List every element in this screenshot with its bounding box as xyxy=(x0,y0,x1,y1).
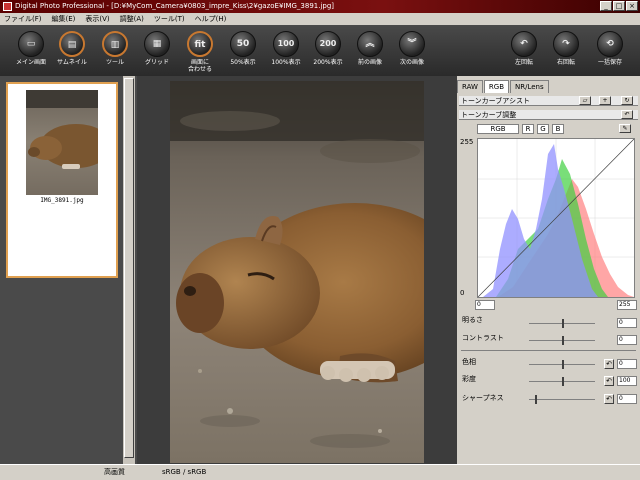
menu-adjust[interactable]: 調整(A) xyxy=(120,14,144,24)
channel-rgb-button[interactable]: RGB xyxy=(477,124,519,134)
next-image-button[interactable]: ︾ 次の画像 xyxy=(389,28,435,74)
saturation-label: 彩度 xyxy=(462,375,476,383)
tone-assist-reset-button[interactable]: ▱ xyxy=(579,96,591,105)
tone-curve-histogram[interactable] xyxy=(477,138,635,298)
rotate-left-icon: ↶ xyxy=(511,31,537,57)
hue-field[interactable]: 0 xyxy=(617,359,637,369)
toolbar: ▭ メイン画面 ▤ サムネイル ▥ ツール ▦ グリッド fit 画面に 合わせ… xyxy=(0,25,640,76)
status-colorspace: sRGB / sRGB xyxy=(162,468,207,476)
brightness-knob[interactable] xyxy=(562,319,564,328)
rotate-left-button[interactable]: ↶ 左回転 xyxy=(501,28,547,74)
hue-knob[interactable] xyxy=(562,360,564,369)
batch-save-button[interactable]: ⟲ 一括保存 xyxy=(587,28,633,74)
status-bar: 高画質 sRGB / sRGB xyxy=(0,464,640,480)
contrast-slider[interactable] xyxy=(529,336,595,345)
thumbnail-panel: IMG_3891.jpg xyxy=(0,76,137,464)
sharpness-reset-icon[interactable]: ↶ xyxy=(604,394,614,404)
zoom-50-button[interactable]: 50 50%表示 xyxy=(220,28,266,74)
menu-file[interactable]: ファイル(F) xyxy=(4,14,42,24)
tone-assist-auto-button[interactable]: ↻ xyxy=(621,96,633,105)
channel-buttons: RGB R G B xyxy=(477,124,564,134)
tool-palette-icon: ▥ xyxy=(102,31,128,57)
previous-image-button[interactable]: ︽ 前の画像 xyxy=(347,28,393,74)
contrast-field[interactable]: 0 xyxy=(617,335,637,345)
tab-rgb[interactable]: RGB xyxy=(483,80,510,93)
grid-icon: ▦ xyxy=(144,31,170,57)
tone-curve-adjust-header: トーンカーブ調整 ↶ xyxy=(459,110,638,120)
saturation-reset-icon[interactable]: ↶ xyxy=(604,376,614,386)
brightness-label: 明るさ xyxy=(462,316,483,324)
tool-palette: RAW RGB NR/Lens トーンカーブアシスト ▱ + ↻ トーンカーブ調… xyxy=(457,76,640,464)
thumbnail-button[interactable]: ▤ サムネイル xyxy=(49,28,95,74)
hue-reset-icon[interactable]: ↶ xyxy=(604,359,614,369)
grid-button[interactable]: ▦ グリッド xyxy=(134,28,180,74)
input-max-field[interactable]: 255 xyxy=(617,300,637,310)
saturation-slider[interactable] xyxy=(529,377,595,386)
sharpness-field[interactable]: 0 xyxy=(617,394,637,404)
tab-raw[interactable]: RAW xyxy=(457,80,483,93)
status-quality: 高画質 xyxy=(104,468,125,476)
rotate-right-button[interactable]: ↷ 右回転 xyxy=(543,28,589,74)
batch-save-icon: ⟲ xyxy=(597,31,623,57)
minimize-button[interactable]: _ xyxy=(600,1,612,11)
input-min-field[interactable]: 0 xyxy=(475,300,495,310)
chevron-down-icon: ︾ xyxy=(399,31,425,57)
main-photo[interactable] xyxy=(170,81,424,463)
hue-slider[interactable] xyxy=(529,360,595,369)
curve-axis-bottom: 0 xyxy=(460,289,465,297)
brightness-field[interactable]: 0 xyxy=(617,318,637,328)
eyedropper-button[interactable]: ✎ xyxy=(619,124,631,133)
thumbnail-item[interactable]: IMG_3891.jpg xyxy=(6,82,118,278)
brightness-slider[interactable] xyxy=(529,319,595,328)
thumbnail-image xyxy=(26,90,98,195)
zoom-50-icon: 50 xyxy=(230,31,256,57)
thumbnail-scrollbar[interactable] xyxy=(123,76,135,464)
saturation-knob[interactable] xyxy=(562,377,564,386)
zoom-200-icon: 200 xyxy=(315,31,341,57)
zoom-200-button[interactable]: 200 200%表示 xyxy=(305,28,351,74)
contrast-label: コントラスト xyxy=(462,334,504,342)
tab-nr-lens[interactable]: NR/Lens xyxy=(510,80,549,93)
image-view xyxy=(137,76,457,464)
rotate-right-icon: ↷ xyxy=(553,31,579,57)
main-window-button[interactable]: ▭ メイン画面 xyxy=(8,28,54,74)
fit-icon: fit xyxy=(187,31,213,57)
channel-r-button[interactable]: R xyxy=(522,124,534,134)
zoom-100-button[interactable]: 100 100%表示 xyxy=(263,28,309,74)
menu-edit[interactable]: 編集(E) xyxy=(52,14,76,24)
menu-view[interactable]: 表示(V) xyxy=(85,14,109,24)
window-title: Digital Photo Professional - [D:¥MyCom_C… xyxy=(15,2,335,10)
thumbnail-icon: ▤ xyxy=(59,31,85,57)
fit-to-screen-button[interactable]: fit 画面に 合わせる xyxy=(177,28,223,74)
menu-bar: ファイル(F) 編集(E) 表示(V) 調整(A) ツール(T) ヘルプ(H) xyxy=(0,13,640,25)
title-bar: Digital Photo Professional - [D:¥MyCom_C… xyxy=(0,0,640,13)
divider xyxy=(461,350,636,351)
channel-b-button[interactable]: B xyxy=(552,124,564,134)
chevron-up-icon: ︽ xyxy=(357,31,383,57)
tone-curve-reset-button[interactable]: ↶ xyxy=(621,110,633,119)
hue-label: 色相 xyxy=(462,358,476,366)
saturation-field[interactable]: 100 xyxy=(617,376,637,386)
tool-button[interactable]: ▥ ツール xyxy=(92,28,138,74)
zoom-100-icon: 100 xyxy=(273,31,299,57)
sharpness-knob[interactable] xyxy=(535,395,537,404)
curve-axis-top: 255 xyxy=(460,138,474,146)
scrollbar-thumb[interactable] xyxy=(124,78,134,458)
tone-curve-assist-header: トーンカーブアシスト ▱ + ↻ xyxy=(459,96,638,106)
folder-icon: ▭ xyxy=(18,31,44,57)
menu-tools[interactable]: ツール(T) xyxy=(154,14,185,24)
sharpness-slider[interactable] xyxy=(529,395,595,404)
contrast-knob[interactable] xyxy=(562,336,564,345)
maximize-button[interactable]: □ xyxy=(613,1,625,11)
thumbnail-filename: IMG_3891.jpg xyxy=(40,197,84,204)
sharpness-label: シャープネス xyxy=(462,394,504,402)
menu-help[interactable]: ヘルプ(H) xyxy=(195,14,227,24)
channel-g-button[interactable]: G xyxy=(537,124,549,134)
app-icon[interactable] xyxy=(3,2,12,11)
close-button[interactable]: × xyxy=(626,1,638,11)
tone-assist-add-button[interactable]: + xyxy=(599,96,611,105)
